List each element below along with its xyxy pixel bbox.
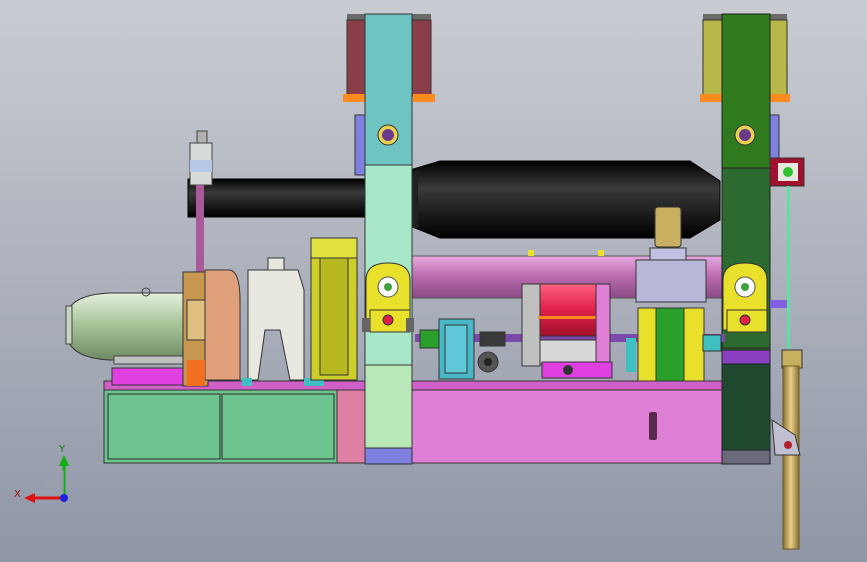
x-axis-label: X [14, 489, 21, 500]
center-drum[interactable] [521, 283, 613, 379]
cad-viewport[interactable]: Y X [0, 0, 867, 562]
y-axis-label: Y [58, 444, 66, 455]
reduction-gearbox[interactable] [310, 237, 358, 381]
coupling-housing[interactable] [182, 269, 241, 387]
base-frame[interactable] [103, 380, 725, 464]
machine-drawing: Y X [0, 0, 867, 562]
